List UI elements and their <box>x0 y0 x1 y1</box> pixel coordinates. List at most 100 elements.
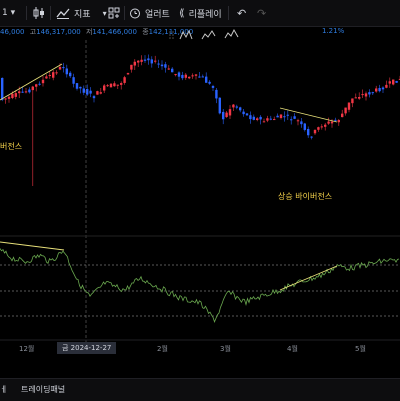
candle-series <box>1 54 400 186</box>
candle-body <box>7 96 11 99</box>
candle-body <box>41 79 45 84</box>
candle-body <box>256 118 259 121</box>
candle-body <box>171 68 174 73</box>
candle-body <box>58 66 62 70</box>
candle-body <box>194 74 198 76</box>
candle-body <box>174 74 177 76</box>
candle-body <box>334 119 337 121</box>
candle-body <box>11 93 14 99</box>
candle-body <box>385 84 388 88</box>
candle-body <box>378 88 381 92</box>
candle-body <box>364 93 368 97</box>
time-axis-label: 3월 <box>220 345 231 353</box>
divergence-label-left: 버전스 <box>0 142 23 151</box>
candle-body <box>208 81 211 84</box>
candle-body <box>388 81 391 84</box>
candle-body <box>279 114 283 118</box>
candle-body <box>239 107 242 111</box>
candle-body <box>35 84 38 87</box>
candle-body <box>283 116 286 118</box>
candle-body <box>113 83 116 87</box>
candle-body <box>164 64 167 68</box>
candle-body <box>375 88 378 92</box>
price-chart[interactable] <box>0 0 400 400</box>
time-axis-label: 12월 <box>19 345 35 353</box>
candle-body <box>38 83 41 85</box>
candle-body <box>395 80 398 83</box>
candle-body <box>351 98 354 104</box>
candle-body <box>160 64 164 67</box>
divergence-line-left-rsi <box>0 241 65 251</box>
candle-body <box>45 76 48 79</box>
candle-body <box>222 111 225 120</box>
candle-body <box>228 109 232 116</box>
candle-body <box>337 120 340 123</box>
candle-body <box>120 83 123 85</box>
candle-body <box>99 92 102 94</box>
candle-body <box>79 86 82 89</box>
candle-body <box>330 121 334 124</box>
candle-body <box>21 91 24 93</box>
candle-body <box>65 68 68 75</box>
candle-body <box>147 58 150 61</box>
candle-body <box>273 119 276 121</box>
candle-body <box>317 127 320 130</box>
divergence-line-left-price <box>0 63 63 101</box>
divergence-label-right: 상승 바이버전스 <box>278 192 333 201</box>
candle-body <box>24 91 28 93</box>
candle-body <box>286 114 289 116</box>
candle-body <box>75 83 79 89</box>
candle-body <box>62 67 65 69</box>
candle-body <box>259 116 262 120</box>
crosshair-date-label: 금 2024-12-27 <box>57 342 117 354</box>
candle-body <box>245 113 249 116</box>
candle-body <box>266 118 269 121</box>
rsi-line <box>0 248 400 323</box>
candle-body <box>392 79 395 85</box>
candle-body <box>106 85 109 87</box>
candle-body <box>205 76 208 83</box>
candle-body <box>96 91 99 95</box>
candle-body <box>198 76 201 78</box>
candle-body <box>324 124 327 127</box>
candle-body <box>137 60 140 63</box>
candle-body <box>103 85 106 91</box>
candle-body <box>361 94 364 96</box>
candle-body <box>86 89 89 95</box>
candle-body <box>18 91 21 94</box>
candle-body <box>293 116 296 119</box>
trading-panel-tab[interactable]: 트레이딩패널 <box>21 384 65 395</box>
candle-body <box>242 111 245 115</box>
candle-body <box>109 83 113 88</box>
candle-body <box>303 123 306 130</box>
candle-body <box>154 60 157 62</box>
candle-body <box>249 115 252 120</box>
bottom-panel-tab[interactable]: ㅔ <box>0 384 7 395</box>
candle-body <box>52 72 55 78</box>
candle-body <box>235 106 238 108</box>
candle-body <box>82 88 85 93</box>
divergence-line-right-rsi <box>279 265 338 291</box>
candle-body <box>72 77 75 84</box>
candle-body <box>188 76 191 79</box>
time-axis-label: 4월 <box>287 345 298 353</box>
candle-body <box>28 89 31 93</box>
candle-body <box>89 90 92 94</box>
time-axis-label: 2월 <box>157 345 168 353</box>
candle-body <box>262 121 266 123</box>
candle-body <box>320 126 323 128</box>
candle-body <box>140 59 143 62</box>
candle-body <box>381 87 385 90</box>
candle-body <box>130 64 133 70</box>
candle-body <box>313 129 317 134</box>
candle-body <box>341 113 344 118</box>
candle-body <box>269 118 272 120</box>
candle-body <box>4 98 7 100</box>
candle-body <box>133 61 136 66</box>
candle-body <box>92 96 96 99</box>
candle-body <box>358 96 361 99</box>
candle-body <box>368 92 371 95</box>
candle-body <box>14 93 17 97</box>
candle-body <box>276 115 279 118</box>
candle-body <box>218 97 221 114</box>
